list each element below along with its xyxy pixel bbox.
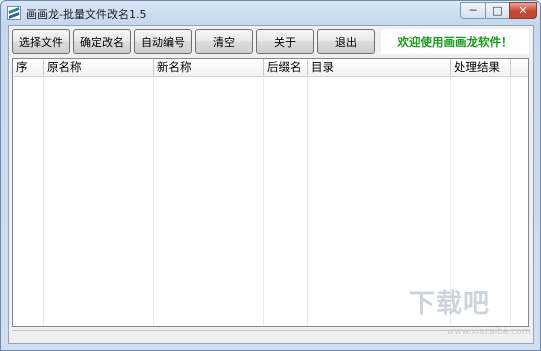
column-header-index[interactable]: 序 xyxy=(13,59,44,76)
list-header: 序 原名称 新名称 后缀名 目录 处理结果 xyxy=(13,59,528,77)
confirm-rename-button[interactable]: 确定改名 xyxy=(73,29,131,54)
column-header-new-name[interactable]: 新名称 xyxy=(154,59,264,76)
watermark-logo: 下载吧 xyxy=(409,289,491,319)
app-window: 画画龙-批量文件改名1.5 ─ □ ✕ 选择文件 确定改名 自动编号 清空 关于… xyxy=(0,0,541,351)
maximize-icon: □ xyxy=(492,4,503,17)
grid-divider xyxy=(307,76,308,326)
close-button[interactable]: ✕ xyxy=(509,2,537,19)
column-header-filler xyxy=(511,59,528,76)
about-button[interactable]: 关于 xyxy=(256,29,314,54)
grid-divider xyxy=(153,76,154,326)
auto-number-button[interactable]: 自动编号 xyxy=(134,29,192,54)
maximize-button[interactable]: □ xyxy=(485,2,510,19)
window-title: 画画龙-批量文件改名1.5 xyxy=(26,8,147,21)
select-files-button[interactable]: 选择文件 xyxy=(12,29,70,54)
title-bar[interactable]: 画画龙-批量文件改名1.5 ─ □ ✕ xyxy=(1,1,540,25)
grid-divider xyxy=(43,76,44,326)
welcome-message: 欢迎使用画画龙软件！ xyxy=(381,29,529,54)
grid-divider xyxy=(263,76,264,326)
column-header-original-name[interactable]: 原名称 xyxy=(44,59,154,76)
grid-divider xyxy=(510,76,511,326)
column-header-directory[interactable]: 目录 xyxy=(308,59,451,76)
column-header-result[interactable]: 处理结果 xyxy=(451,59,511,76)
clear-button[interactable]: 清空 xyxy=(195,29,253,54)
minimize-button[interactable]: ─ xyxy=(460,2,486,19)
column-header-extension[interactable]: 后缀名 xyxy=(264,59,308,76)
watermark-url: www.xiazaiba.com xyxy=(447,327,531,337)
app-logo-icon xyxy=(7,6,21,20)
close-icon: ✕ xyxy=(518,4,528,17)
exit-button[interactable]: 退出 xyxy=(317,29,375,54)
minimize-icon: ─ xyxy=(469,4,477,17)
